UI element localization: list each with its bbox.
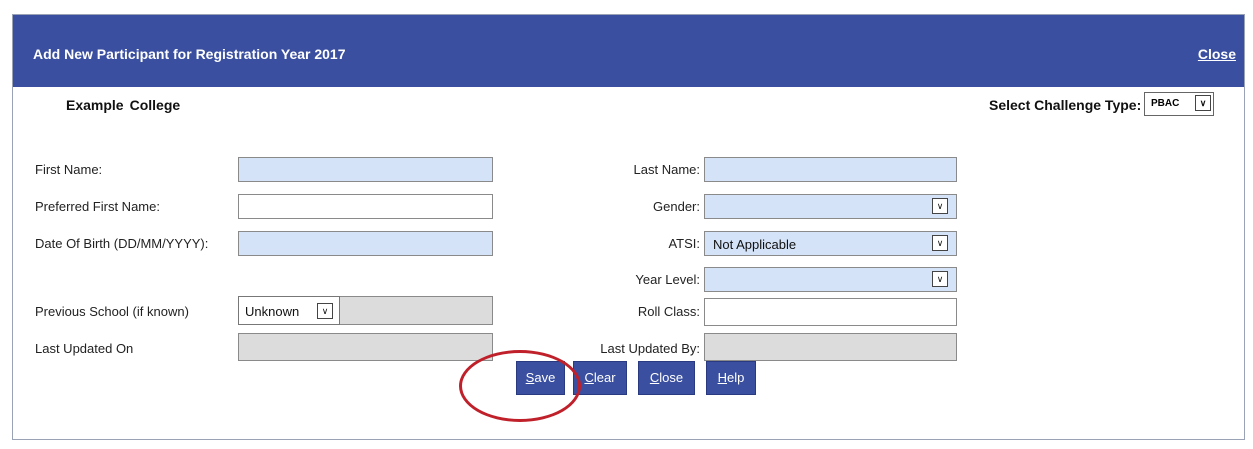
help-label-rest: elp <box>727 370 745 385</box>
year-level-select[interactable]: ∨ <box>704 267 957 292</box>
roll-class-input[interactable] <box>704 298 957 326</box>
chevron-down-icon[interactable]: ∨ <box>317 303 333 319</box>
atsi-value: Not Applicable <box>713 237 797 252</box>
dialog-titlebar: Add New Participant for Registration Yea… <box>13 15 1244 87</box>
preferred-first-name-input[interactable] <box>238 194 493 219</box>
clear-mnemonic: C <box>584 370 594 385</box>
first-name-label: First Name: <box>35 162 103 177</box>
last-name-input[interactable] <box>704 157 957 182</box>
save-label-rest: ave <box>534 370 556 385</box>
date-of-birth-label: Date Of Birth (DD/MM/YYYY): <box>35 236 209 251</box>
previous-school-select[interactable]: Unknown ∨ <box>238 296 340 325</box>
chevron-down-icon[interactable]: ∨ <box>932 271 948 287</box>
last-updated-on-label: Last Updated On <box>35 341 134 356</box>
previous-school-value: Unknown <box>245 304 300 319</box>
school-name: Example College <box>66 97 180 113</box>
challenge-type-select[interactable]: PBAC ∨ <box>1144 92 1214 116</box>
dialog-title: Add New Participant for Registration Yea… <box>33 46 346 62</box>
clear-label-rest: lear <box>593 370 616 385</box>
school-name-part1: Example <box>66 97 124 113</box>
last-name-label: Last Name: <box>633 162 700 177</box>
clear-button[interactable]: Clear <box>573 361 627 395</box>
gender-label: Gender: <box>653 199 700 214</box>
close-mnemonic: C <box>649 370 660 385</box>
atsi-select[interactable]: Not Applicable ∨ <box>704 231 957 256</box>
help-button[interactable]: Help <box>706 361 756 395</box>
gender-select[interactable]: ∨ <box>704 194 957 219</box>
date-of-birth-input[interactable] <box>238 231 493 256</box>
title-close-link[interactable]: Close <box>1198 46 1236 62</box>
help-mnemonic: H <box>717 370 728 385</box>
school-name-part2: College <box>129 97 181 113</box>
atsi-label: ATSI: <box>668 236 700 251</box>
chevron-down-icon[interactable]: ∨ <box>932 198 948 214</box>
preferred-first-name-label: Preferred First Name: <box>35 199 160 214</box>
roll-class-label: Roll Class: <box>637 304 700 319</box>
last-updated-on-field <box>238 333 493 361</box>
previous-school-label: Previous School (if known) <box>35 304 189 319</box>
year-level-label: Year Level: <box>635 272 700 287</box>
challenge-type-value: PBAC <box>1151 98 1180 109</box>
challenge-type-label: Select Challenge Type: <box>989 97 1142 113</box>
chevron-down-icon[interactable]: ∨ <box>932 235 948 251</box>
last-updated-by-label: Last Updated By: <box>600 341 700 356</box>
last-updated-by-field <box>704 333 957 361</box>
chevron-down-icon[interactable]: ∨ <box>1195 95 1211 111</box>
close-label-rest: lose <box>659 370 684 385</box>
first-name-input[interactable] <box>238 157 493 182</box>
save-button[interactable]: Save <box>516 361 565 395</box>
add-participant-dialog: Add New Participant for Registration Yea… <box>12 14 1245 440</box>
close-button[interactable]: Close <box>638 361 695 395</box>
